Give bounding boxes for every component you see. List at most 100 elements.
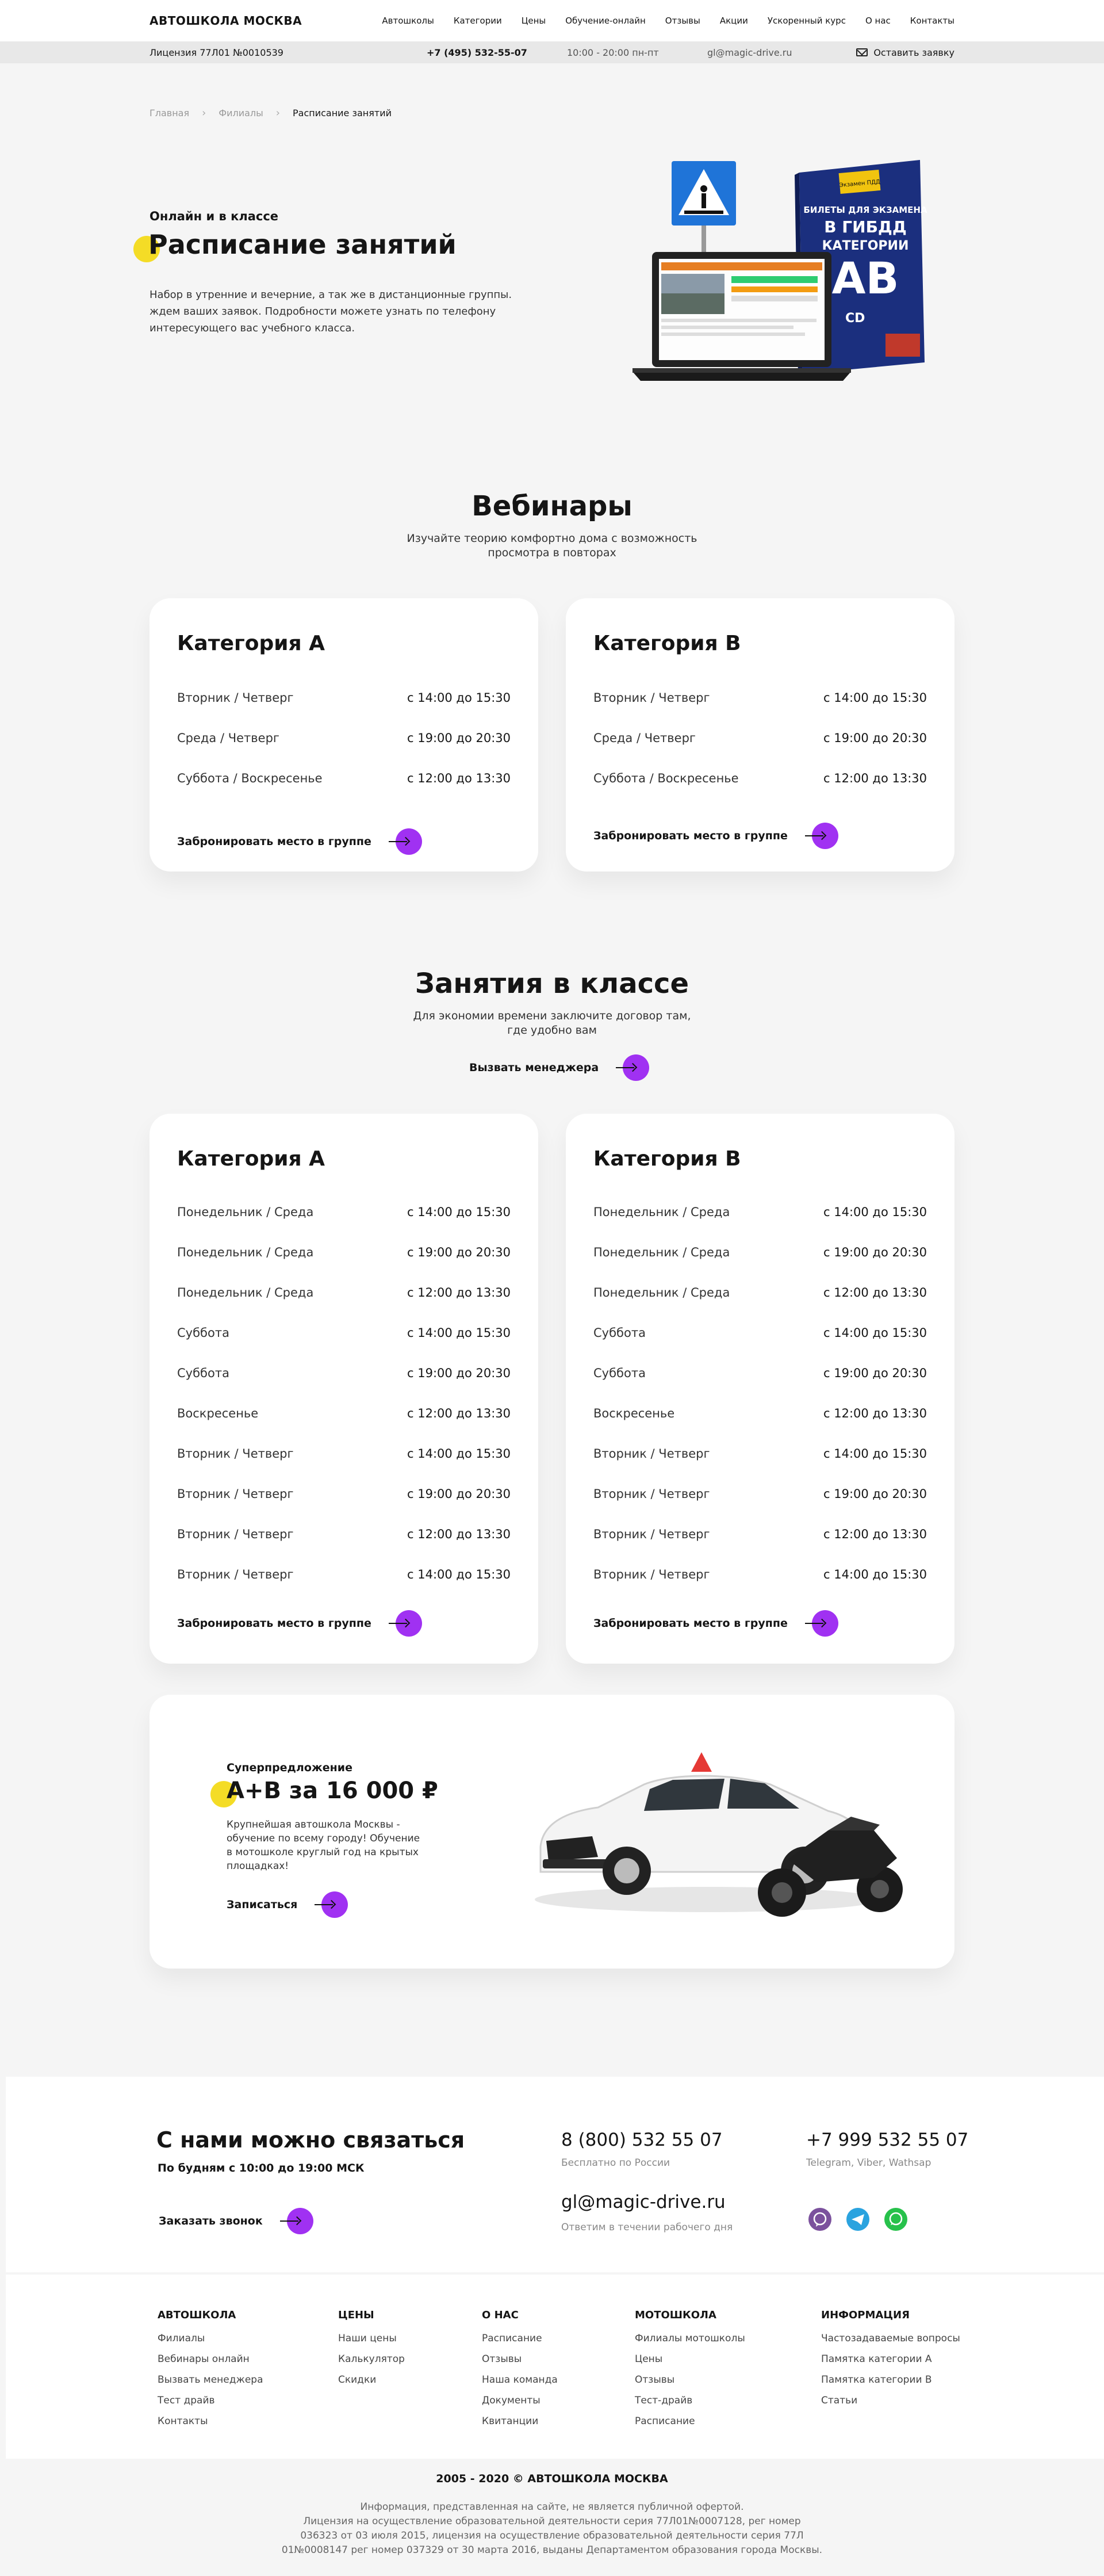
schedule-time: с 12:00 до 13:30 [823, 771, 927, 785]
footer-link[interactable]: Наши цены [338, 2328, 405, 2349]
footer-column-about: О НАС Расписание Отзывы Наша команда Док… [482, 2309, 558, 2432]
footer-link[interactable]: Отзывы [482, 2349, 558, 2369]
schedule-days: Вторник / Четверг [177, 1487, 294, 1501]
footer-link[interactable]: Вызвать менеджера [158, 2369, 263, 2390]
schedule-time: с 19:00 до 20:30 [407, 1245, 511, 1259]
svg-text:AB: AB [832, 253, 899, 304]
menu-item-promos[interactable]: Акции [720, 16, 748, 26]
legal-line: Информация, представленная на сайте, не … [360, 2501, 744, 2513]
header-phone[interactable]: +7 (495) 532-55-07 [427, 47, 567, 58]
arrow-right-icon [279, 2208, 313, 2234]
hero-description: Набор в утренние и вечерние, а так же в … [150, 289, 512, 334]
site-logo[interactable]: АВТОШКОЛА МОСКВА [150, 14, 302, 28]
menu-item-autoschools[interactable]: Автошколы [382, 16, 434, 26]
breadcrumb-home[interactable]: Главная [150, 108, 189, 119]
schedule-time: с 19:00 до 20:30 [407, 731, 511, 745]
schedule-time: с 14:00 до 15:30 [407, 691, 511, 705]
footer-link[interactable]: Филиалы мотошколы [635, 2328, 745, 2349]
schedule-days: Понедельник / Среда [177, 1286, 314, 1300]
schedule-days: Вторник / Четверг [593, 1568, 710, 1581]
footer-link[interactable]: Частозадаваемые вопросы [821, 2328, 960, 2349]
schedule-time: с 14:00 до 15:30 [823, 1205, 927, 1219]
legal-line: 036323 от 03 июля 2015, лицензия на осущ… [300, 2530, 804, 2541]
schedule-time: с 14:00 до 15:30 [823, 1568, 927, 1581]
footer-link[interactable]: Наша команда [482, 2369, 558, 2390]
schedule-days: Вторник / Четверг [177, 1447, 294, 1461]
footer-link[interactable]: Памятка категории B [821, 2369, 960, 2390]
card-title: Категория A [177, 632, 325, 655]
menu-item-online[interactable]: Обучение-онлайн [565, 16, 646, 26]
request-button[interactable]: Оставить заявку [856, 47, 954, 58]
schedule-row: Понедельник / Среда с 19:00 до 20:30 [177, 1232, 511, 1272]
footer-link[interactable]: Документы [482, 2390, 558, 2411]
contact-email-note: Ответим в течении рабочего дня [561, 2222, 733, 2233]
footer-links: АВТОШКОЛА Филиалы Вебинары онлайн Вызват… [6, 2275, 1104, 2459]
footer-link[interactable]: Тест драйв [158, 2390, 263, 2411]
breadcrumb-branches[interactable]: Филиалы [218, 108, 263, 119]
svg-text:БИЛЕТЫ ДЛЯ ЭКЗАМЕНА: БИЛЕТЫ ДЛЯ ЭКЗАМЕНА [803, 205, 927, 215]
svg-text:CD: CD [845, 311, 865, 326]
schedule-row: Понедельник / Среда с 14:00 до 15:30 [177, 1192, 511, 1232]
schedule-time: с 14:00 до 15:30 [823, 1447, 927, 1461]
viber-icon[interactable] [808, 2208, 831, 2231]
schedule-row: Воскресенье с 12:00 до 13:30 [177, 1393, 511, 1434]
car-and-motorcycle-image [529, 1744, 908, 1923]
schedule-days: Вторник / Четверг [593, 1527, 710, 1541]
schedule-row: Суббота с 19:00 до 20:30 [177, 1353, 511, 1393]
footer-link[interactable]: Расписание [635, 2411, 745, 2432]
header-email[interactable]: gl@magic-drive.ru [707, 47, 843, 58]
arrow-right-icon [388, 1610, 422, 1637]
footer-link[interactable]: Калькулятор [338, 2349, 405, 2369]
license-text: Лицензия 77Л01 №0010539 [150, 47, 283, 58]
menu-item-fast-course[interactable]: Ускоренный курс [768, 16, 846, 26]
schedule-days: Суббота / Воскресенье [593, 771, 739, 785]
menu-item-about[interactable]: О нас [865, 16, 891, 26]
book-group-button[interactable]: Забронировать место в группе [593, 1610, 838, 1637]
schedule-row: Вторник / Четверг с 14:00 до 15:30 [177, 1434, 511, 1474]
signup-button[interactable]: Записаться [227, 1891, 348, 1918]
footer-link[interactable]: Вебинары онлайн [158, 2349, 263, 2369]
footer-link[interactable]: Филиалы [158, 2328, 263, 2349]
call-manager-button[interactable]: Вызвать менеджера [469, 1054, 650, 1081]
footer-link[interactable]: Памятка категории A [821, 2349, 960, 2369]
book-group-button[interactable]: Забронировать место в группе [177, 1610, 422, 1637]
menu-item-prices[interactable]: Цены [522, 16, 546, 26]
webinar-card-a: Категория A Вторник / Четверг с 14:00 до … [150, 598, 538, 872]
phone-free-note: Бесплатно по России [561, 2157, 670, 2169]
footer-link[interactable]: Квитанции [482, 2411, 558, 2432]
phone-messengers-note: Telegram, Viber, Wathsap [806, 2157, 931, 2169]
schedule-days: Понедельник / Среда [593, 1286, 730, 1300]
book-group-button[interactable]: Забронировать место в группе [593, 823, 838, 849]
schedule-row: Воскресенье с 12:00 до 13:30 [593, 1393, 927, 1434]
schedule-row: Вторник / Четверг с 14:00 до 15:30 [593, 1434, 927, 1474]
contact-email[interactable]: gl@magic-drive.ru [561, 2192, 726, 2212]
footer-column-title: АВТОШКОЛА [158, 2309, 236, 2321]
arrow-right-icon [616, 1054, 650, 1081]
schedule-row: Суббота с 14:00 до 15:30 [177, 1313, 511, 1353]
telegram-icon[interactable] [846, 2208, 869, 2231]
footer-link[interactable]: Отзывы [635, 2369, 745, 2390]
hero-eyebrow: Онлайн и в классе [150, 209, 279, 223]
whatsapp-icon[interactable] [884, 2208, 907, 2231]
menu-item-reviews[interactable]: Отзывы [665, 16, 700, 26]
schedule-list: Вторник / Четверг с 14:00 до 15:30 Среда … [593, 678, 927, 798]
arrow-right-icon [315, 1891, 348, 1918]
legal-line: Лицензия на осуществление образовательно… [303, 2516, 801, 2527]
book-group-button[interactable]: Забронировать место в группе [177, 828, 422, 855]
footer-link[interactable]: Цены [635, 2349, 745, 2369]
footer-link[interactable]: Статьи [821, 2390, 960, 2411]
phone-free[interactable]: 8 (800) 532 55 07 [561, 2130, 723, 2150]
legal-line: 01№0008147 рег номер 037329 от 30 марта … [281, 2544, 823, 2556]
classes-subtitle-line-1: Для экономии времени заключите договор т… [413, 1010, 691, 1022]
menu-item-contacts[interactable]: Контакты [910, 16, 954, 26]
menu-item-categories[interactable]: Категории [454, 16, 502, 26]
footer-link[interactable]: Тест-драйв [635, 2390, 745, 2411]
footer-column-title: О НАС [482, 2309, 519, 2321]
schedule-row: Суббота / Воскресенье с 12:00 до 13:30 [593, 758, 927, 798]
request-call-button[interactable]: Заказать звонок [159, 2208, 313, 2234]
footer-link[interactable]: Расписание [482, 2328, 558, 2349]
footer-link[interactable]: Скидки [338, 2369, 405, 2390]
schedule-time: с 14:00 до 15:30 [407, 1568, 511, 1581]
footer-link[interactable]: Контакты [158, 2411, 263, 2432]
phone-messengers[interactable]: +7 999 532 55 07 [806, 2130, 968, 2150]
